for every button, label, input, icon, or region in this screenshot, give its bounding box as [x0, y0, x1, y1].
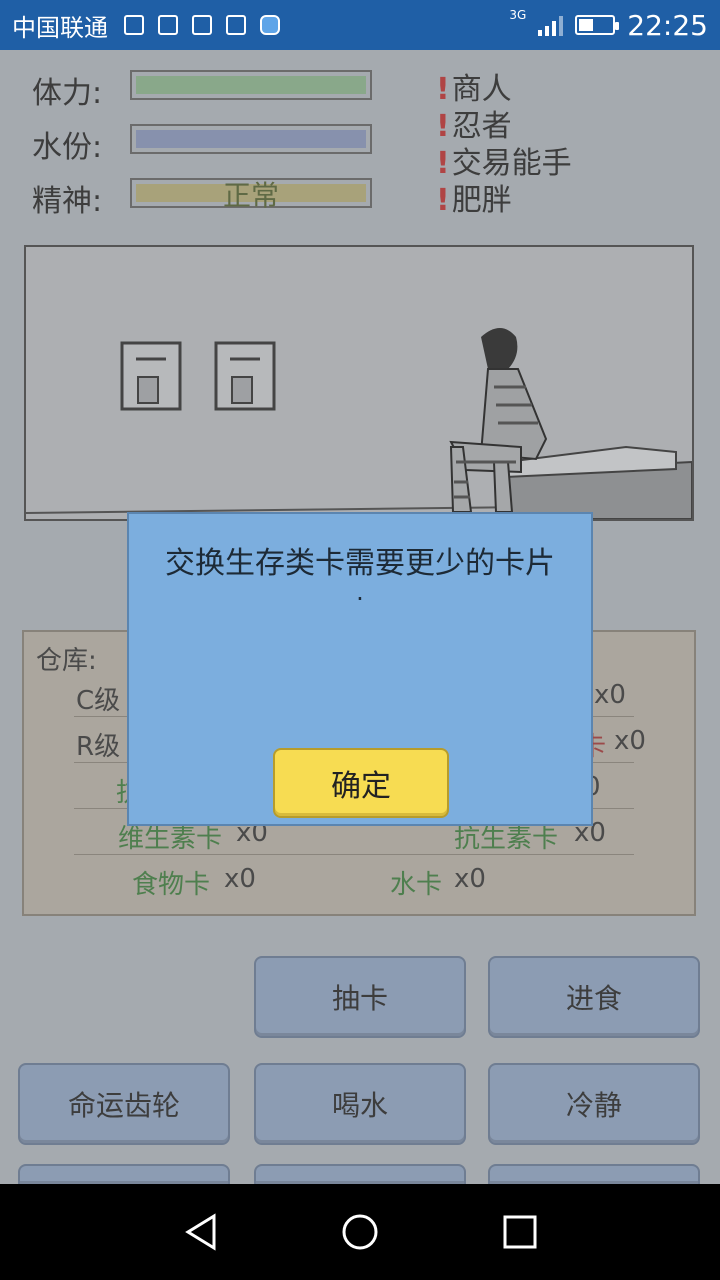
r-grade-count: x0 [614, 726, 646, 756]
network-type: 3G [509, 8, 527, 22]
vent-icon [120, 341, 182, 411]
battery-icon [575, 15, 620, 35]
food-card: 食物卡 [132, 870, 211, 900]
stamina-bar-fill [136, 76, 366, 94]
dialog-message: 交换生存类卡需要更少的卡片 [165, 546, 555, 581]
spirit-label: 精神: [32, 184, 103, 219]
mail-icon [226, 15, 246, 35]
water-count: x0 [454, 864, 486, 894]
drink-button[interactable]: 喝水 [254, 1063, 466, 1145]
back-icon[interactable] [182, 1212, 222, 1252]
info-dialog: 交换生存类卡需要更少的卡片 . 确定 [127, 512, 593, 826]
keyboard-icon [192, 15, 212, 35]
carrier-name: 中国联通 [12, 13, 108, 42]
scene-illustration [24, 245, 694, 521]
clock: 22:25 [627, 8, 708, 42]
spirit-bar: 正常 [130, 178, 372, 212]
spirit-value: 正常 [222, 179, 279, 212]
stamina-bar [130, 70, 372, 100]
sd-card-icon [260, 15, 280, 35]
sim-icon [124, 15, 144, 35]
home-icon[interactable] [340, 1212, 380, 1252]
water-bar-fill [136, 130, 366, 148]
confirm-button[interactable]: 确定 [273, 748, 449, 818]
trait-obese[interactable]: !肥胖 [436, 175, 512, 219]
warehouse-title: 仓库: [36, 646, 97, 676]
eat-button[interactable]: 进食 [488, 956, 700, 1038]
vent-icon [214, 341, 276, 411]
water-card: 水卡 [390, 870, 443, 900]
prison-scene [25, 328, 693, 520]
partial-button[interactable] [254, 1164, 466, 1184]
water-bar [130, 124, 372, 154]
warning-icon: ! [436, 183, 450, 218]
fate-gear-button[interactable]: 命运齿轮 [18, 1063, 230, 1145]
partial-button[interactable] [488, 1164, 700, 1184]
r-grade-label: R级 [76, 732, 121, 762]
status-bar: 中国联通 3G 22:25 [0, 0, 720, 50]
signal-icon [538, 14, 564, 36]
stamina-label: 体力: [32, 76, 103, 111]
water-label: 水份: [32, 130, 103, 165]
draw-card-button[interactable]: 抽卡 [254, 956, 466, 1038]
c-grade-label: C级 [76, 686, 121, 716]
image-icon [158, 15, 178, 35]
calm-button[interactable]: 冷静 [488, 1063, 700, 1145]
recents-icon[interactable] [500, 1212, 540, 1252]
food-count: x0 [224, 864, 256, 894]
notification-icons [124, 15, 280, 35]
partial-button[interactable] [18, 1164, 230, 1184]
c-grade-count: x0 [594, 680, 626, 710]
dialog-dot: . [356, 578, 364, 606]
divider [74, 854, 634, 855]
trait-label: 肥胖 [451, 183, 512, 218]
navigation-bar [0, 1184, 720, 1280]
